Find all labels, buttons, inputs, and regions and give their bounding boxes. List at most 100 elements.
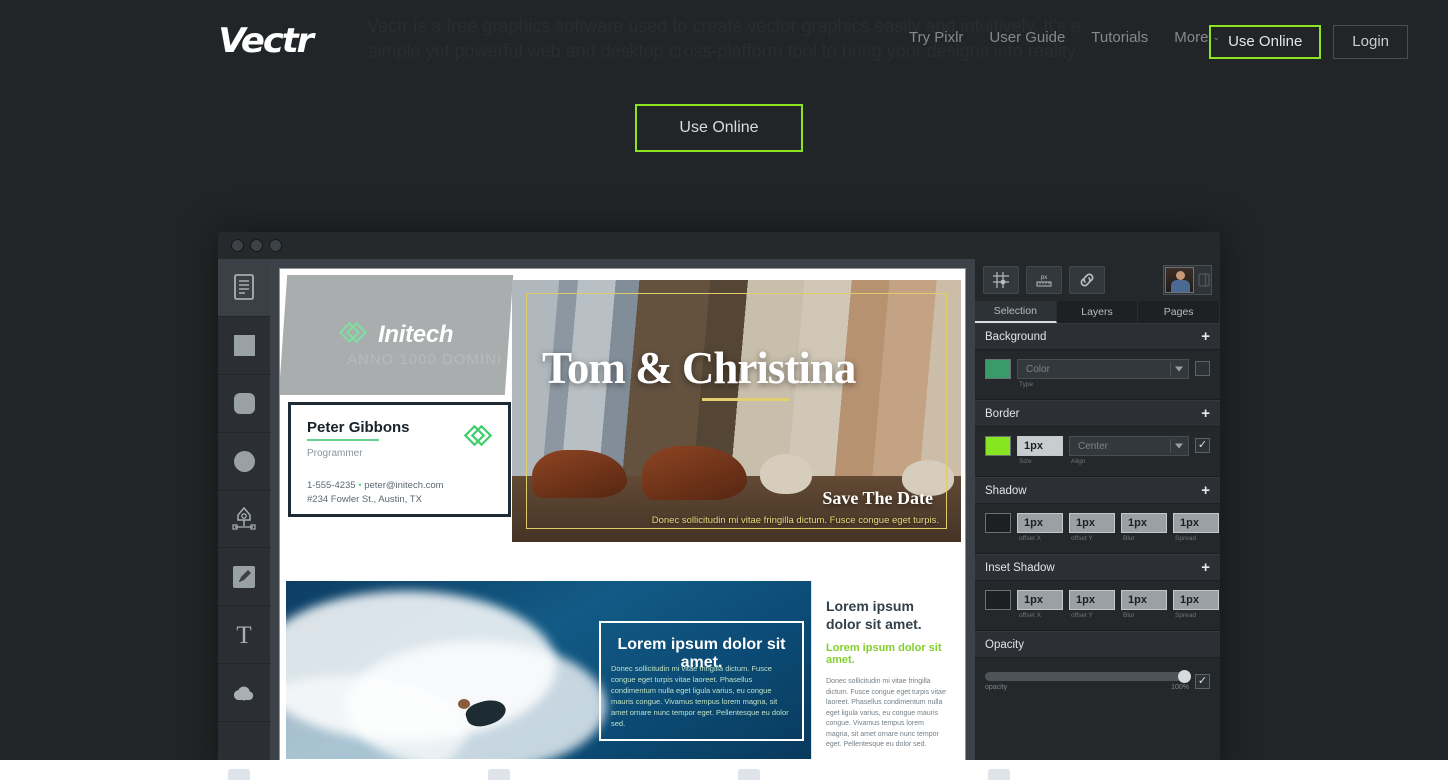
select-divider <box>1170 362 1171 376</box>
shadow-offset-x-label: offset X <box>1019 535 1041 542</box>
tool-pencil[interactable] <box>218 548 270 607</box>
chevron-down-icon <box>1175 366 1183 372</box>
background-type-select[interactable]: Color <box>1017 359 1189 379</box>
tool-document[interactable] <box>218 259 270 317</box>
initech-diamond-icon <box>338 322 367 344</box>
inset-shadow-row: 1px offset X 1px offset Y 1px Blur 1px Sprea… <box>985 590 1219 619</box>
business-card-back[interactable]: Initech ANNO 1000 DOMINI <box>280 275 514 395</box>
use-online-hero-button[interactable]: Use Online <box>635 104 803 152</box>
vectr-logo[interactable]: Vectr <box>218 21 314 61</box>
nav-buttons: Use Online Login <box>1209 25 1408 59</box>
border-align-select[interactable]: Center <box>1069 436 1189 456</box>
nav-try-pixlr[interactable]: Try Pixlr <box>909 29 963 46</box>
business-card-front[interactable]: Peter Gibbons Programmer 1-555-4235 • pe… <box>288 402 511 517</box>
artboard[interactable]: Initech ANNO 1000 DOMINI Peter Gibbons P… <box>279 268 966 780</box>
border-align-label: Align <box>1071 458 1086 465</box>
square-icon <box>233 334 255 356</box>
snap-grid-button[interactable] <box>983 266 1019 294</box>
window-maximize-dot[interactable] <box>269 239 282 252</box>
window-minimize-dot[interactable] <box>250 239 263 252</box>
border-color-swatch[interactable] <box>985 436 1011 456</box>
inset-shadow-section-title: Inset Shadow <box>985 561 1055 574</box>
opacity-section-body: opacity 100% ✓ <box>975 658 1220 700</box>
link-chain-icon <box>1080 273 1094 287</box>
app-window-preview: T Initech ANNO 1000 DOMINI Peter Gibbons… <box>218 232 1220 780</box>
border-size-input[interactable]: 1px <box>1017 436 1063 456</box>
add-shadow-button[interactable]: + <box>1201 483 1210 498</box>
border-size-label: Size <box>1019 458 1032 465</box>
add-inset-shadow-button[interactable]: + <box>1201 560 1210 575</box>
nav-tutorials[interactable]: Tutorials <box>1091 29 1148 46</box>
shadow-offset-y-input[interactable]: 1px <box>1069 513 1115 533</box>
shadow-offset-x-input[interactable]: 1px <box>1017 513 1063 533</box>
shadow-color-swatch[interactable] <box>985 513 1011 533</box>
panel-tabs: Selection Layers Pages <box>975 301 1220 323</box>
footer-icon-peek <box>488 769 510 780</box>
initech-tagline: ANNO 1000 DOMINI <box>346 351 503 368</box>
inset-shadow-offset-x-label: offset X <box>1019 612 1041 619</box>
background-type-label: Type <box>1019 381 1034 388</box>
tab-pages[interactable]: Pages <box>1138 301 1220 323</box>
vectr-landing-page: Free Vector Graphics Software Vectr is a… <box>0 0 1448 780</box>
add-background-button[interactable]: + <box>1201 329 1210 344</box>
shadow-blur-label: Blur <box>1123 535 1135 542</box>
inset-shadow-offset-y-input[interactable]: 1px <box>1069 590 1115 610</box>
initech-brand-name: Initech <box>377 321 454 348</box>
wedding-lorem-text: Donec sollicitudin mi vitae fringilla di… <box>651 515 939 526</box>
shadow-blur-input[interactable]: 1px <box>1121 513 1167 533</box>
shadow-spread-input[interactable]: 1px <box>1173 513 1219 533</box>
canvas-area[interactable]: Initech ANNO 1000 DOMINI Peter Gibbons P… <box>270 259 975 780</box>
background-enable-checkbox[interactable] <box>1195 361 1210 376</box>
tool-rectangle[interactable] <box>218 317 270 375</box>
link-button[interactable] <box>1069 266 1105 294</box>
wedding-save-the-date-design[interactable]: Tom & Christina Save The Date Donec soll… <box>512 280 961 542</box>
tab-selection[interactable]: Selection <box>975 301 1057 323</box>
window-close-dot[interactable] <box>231 239 244 252</box>
inset-shadow-spread-label: Spread <box>1175 612 1196 619</box>
card-separator: • <box>358 480 362 491</box>
user-account-button[interactable] <box>1163 265 1212 295</box>
tab-layers[interactable]: Layers <box>1057 301 1139 323</box>
text-panel-design[interactable]: Lorem ipsum dolor sit amet. Lorem ipsum … <box>811 581 961 779</box>
section-header-opacity: Opacity <box>975 631 1220 658</box>
card-email: peter@initech.com <box>364 480 444 491</box>
background-color-swatch[interactable] <box>985 359 1011 379</box>
tool-rounded-rectangle[interactable] <box>218 375 270 433</box>
tool-ellipse[interactable] <box>218 433 270 491</box>
nav-user-guide[interactable]: User Guide <box>989 29 1065 46</box>
opacity-slider-handle[interactable] <box>1178 670 1191 683</box>
shadow-row: 1px offset X 1px offset Y 1px Blur 1px Sprea… <box>985 513 1219 542</box>
nav-links: Try Pixlr User Guide Tutorials More ⌄ <box>909 29 1220 46</box>
inset-shadow-blur-input[interactable]: 1px <box>1121 590 1167 610</box>
inset-shadow-section-body: 1px offset X 1px offset Y 1px Blur 1px Sprea… <box>975 581 1220 631</box>
use-online-nav-button[interactable]: Use Online <box>1209 25 1322 59</box>
circle-icon <box>233 450 255 472</box>
surf-body-text: Donec sollicitudin mi vitae fringilla di… <box>611 664 789 728</box>
text-panel-heading: Lorem ipsum dolor sit amet. <box>826 598 922 632</box>
tool-upload[interactable] <box>218 664 270 723</box>
card-accent-rule <box>307 439 379 441</box>
inset-shadow-spread-input[interactable]: 1px <box>1173 590 1219 610</box>
background-section-body: Color Type <box>975 350 1220 400</box>
add-border-button[interactable]: + <box>1201 406 1210 421</box>
document-icon <box>234 274 254 301</box>
tool-pen[interactable] <box>218 491 270 549</box>
avatar-head <box>1176 271 1185 280</box>
shadow-offset-y-label: offset Y <box>1071 535 1093 542</box>
opacity-slider[interactable] <box>985 670 1191 683</box>
avatar <box>1165 267 1194 293</box>
border-enable-checkbox[interactable]: ✓ <box>1195 438 1210 453</box>
card-phone: 1-555-4235 <box>307 480 356 491</box>
tool-text[interactable]: T <box>218 606 270 665</box>
wedding-save-the-date-text: Save The Date <box>822 488 933 508</box>
opacity-enable-checkbox[interactable]: ✓ <box>1195 674 1210 689</box>
inset-shadow-color-swatch[interactable] <box>985 590 1011 610</box>
units-button[interactable]: px <box>1026 266 1062 294</box>
login-button[interactable]: Login <box>1333 25 1408 59</box>
inset-shadow-offset-y-label: offset Y <box>1071 612 1093 619</box>
select-divider <box>1170 439 1171 453</box>
top-navigation-bar: Vectr Try Pixlr User Guide Tutorials Mor… <box>0 0 1448 80</box>
inset-shadow-offset-x-input[interactable]: 1px <box>1017 590 1063 610</box>
panel-toolbar: px <box>975 259 1220 301</box>
nav-more-label: More <box>1174 29 1209 46</box>
